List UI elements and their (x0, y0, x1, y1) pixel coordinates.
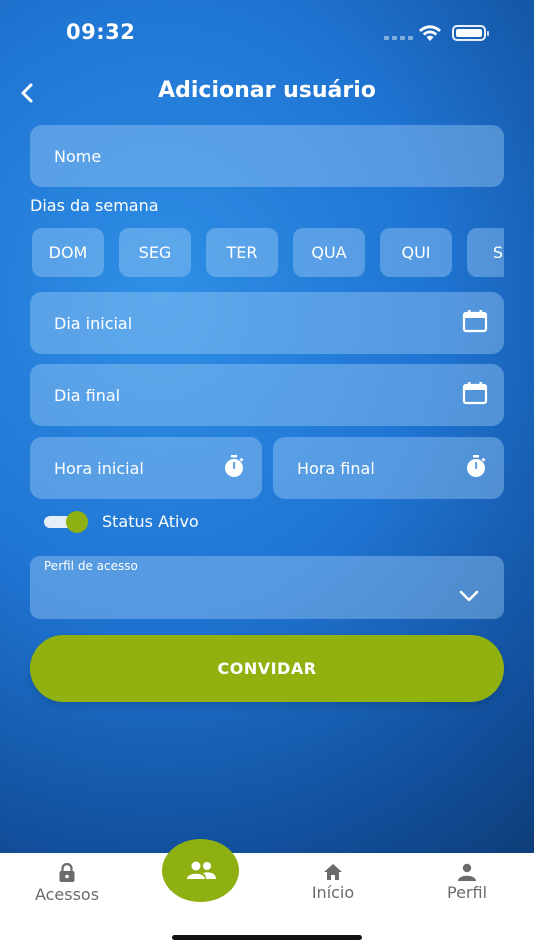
tab-perfil[interactable]: Perfil (412, 863, 522, 902)
weekday-chip-sex[interactable]: SE (467, 228, 504, 277)
battery-icon (452, 25, 489, 41)
stopwatch-icon[interactable] (222, 454, 246, 482)
calendar-icon[interactable] (462, 309, 488, 337)
status-bar: 09:32 (0, 0, 534, 64)
access-profile-select[interactable]: Perfil de acesso (30, 556, 504, 619)
end-date-field[interactable]: Dia final (30, 364, 504, 426)
tab-users[interactable] (162, 839, 239, 902)
weekday-chip-dom[interactable]: DOM (32, 228, 104, 277)
status-label: Status Ativo (102, 511, 199, 531)
end-time-placeholder: Hora final (297, 458, 375, 478)
tab-label: Acessos (34, 885, 100, 904)
start-time-placeholder: Hora inicial (54, 458, 144, 478)
status-toggle-row: Status Ativo (44, 510, 199, 533)
end-time-field[interactable]: Hora final (273, 437, 504, 499)
weekday-selector[interactable]: DOM SEG TER QUA QUI SE (30, 228, 504, 278)
page-title: Adicionar usuário (158, 78, 376, 103)
home-indicator (172, 935, 362, 940)
end-date-placeholder: Dia final (54, 385, 121, 405)
start-date-field[interactable]: Dia inicial (30, 292, 504, 354)
calendar-icon[interactable] (462, 381, 488, 409)
weekday-chip-qui[interactable]: QUI (380, 228, 452, 277)
access-profile-label: Perfil de acesso (44, 559, 138, 573)
name-placeholder: Nome (54, 146, 102, 166)
weekday-chip-ter[interactable]: TER (206, 228, 278, 277)
start-time-field[interactable]: Hora inicial (30, 437, 262, 499)
tab-label: Início (311, 883, 355, 902)
weekday-chip-seg[interactable]: SEG (119, 228, 191, 277)
start-date-placeholder: Dia inicial (54, 313, 133, 333)
cellular-signal-icon (384, 36, 413, 40)
status-toggle[interactable] (44, 510, 88, 533)
app-screen: 09:32 Adicionar usuário Nome Dias da sem… (0, 0, 534, 853)
weekdays-label: Dias da semana (30, 196, 159, 215)
chevron-down-icon (458, 588, 480, 607)
tab-label: Perfil (446, 883, 488, 902)
name-input[interactable]: Nome (30, 125, 504, 187)
tab-acessos[interactable]: Acessos (12, 863, 122, 904)
weekday-chip-qua[interactable]: QUA (293, 228, 365, 277)
stopwatch-icon[interactable] (464, 454, 488, 482)
tab-inicio[interactable]: Início (278, 863, 388, 902)
wifi-icon (418, 24, 442, 46)
invite-button[interactable]: CONVIDAR (30, 635, 504, 702)
users-icon (186, 861, 216, 879)
lock-icon (59, 863, 75, 882)
home-icon (324, 864, 342, 880)
person-icon (458, 863, 476, 881)
status-time: 09:32 (66, 20, 136, 44)
